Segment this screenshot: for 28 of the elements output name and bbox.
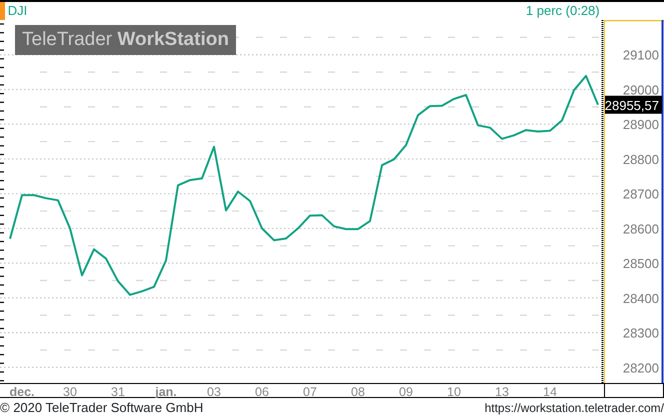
y-axis-label: 28600 <box>622 221 659 236</box>
logo-banner: TeleTrader WorkStation <box>15 25 236 55</box>
y-axis-label: 28800 <box>622 152 659 167</box>
copyright-text: © 2020 TeleTrader Software GmbH <box>0 399 204 417</box>
x-axis-label: 07 <box>303 385 317 398</box>
y-axis-label: 28700 <box>622 186 659 202</box>
website-link[interactable]: https://workstation.teletrader.com/ <box>484 398 664 420</box>
x-axis-label: dec. <box>10 385 34 398</box>
y-axis-label: 28900 <box>622 117 659 132</box>
y-axis-label: 29100 <box>622 48 659 63</box>
x-axis-label: 09 <box>399 385 413 398</box>
x-axis-label: 03 <box>207 385 221 398</box>
symbol-label: DJI <box>6 2 28 20</box>
x-axis-label: 08 <box>351 385 365 398</box>
y-axis-label: 29000 <box>622 82 659 98</box>
y-axis-label: 28400 <box>622 290 659 306</box>
y-axis-label: 28200 <box>622 360 659 376</box>
interval-label: 1 perc (0:28) <box>524 2 601 20</box>
y-axis-label: 28300 <box>622 326 659 341</box>
last-price-badge: 28955,57 <box>604 96 662 114</box>
x-axis-label: 10 <box>447 385 461 398</box>
x-axis-label: 06 <box>255 385 269 398</box>
x-axis-label: 14 <box>543 385 557 398</box>
symbol-marker <box>0 2 5 20</box>
x-axis-label: 31 <box>111 385 125 398</box>
x-axis-label: 13 <box>495 385 509 398</box>
y-axis-label: 28500 <box>622 256 659 272</box>
x-axis-label: 30 <box>63 385 77 398</box>
